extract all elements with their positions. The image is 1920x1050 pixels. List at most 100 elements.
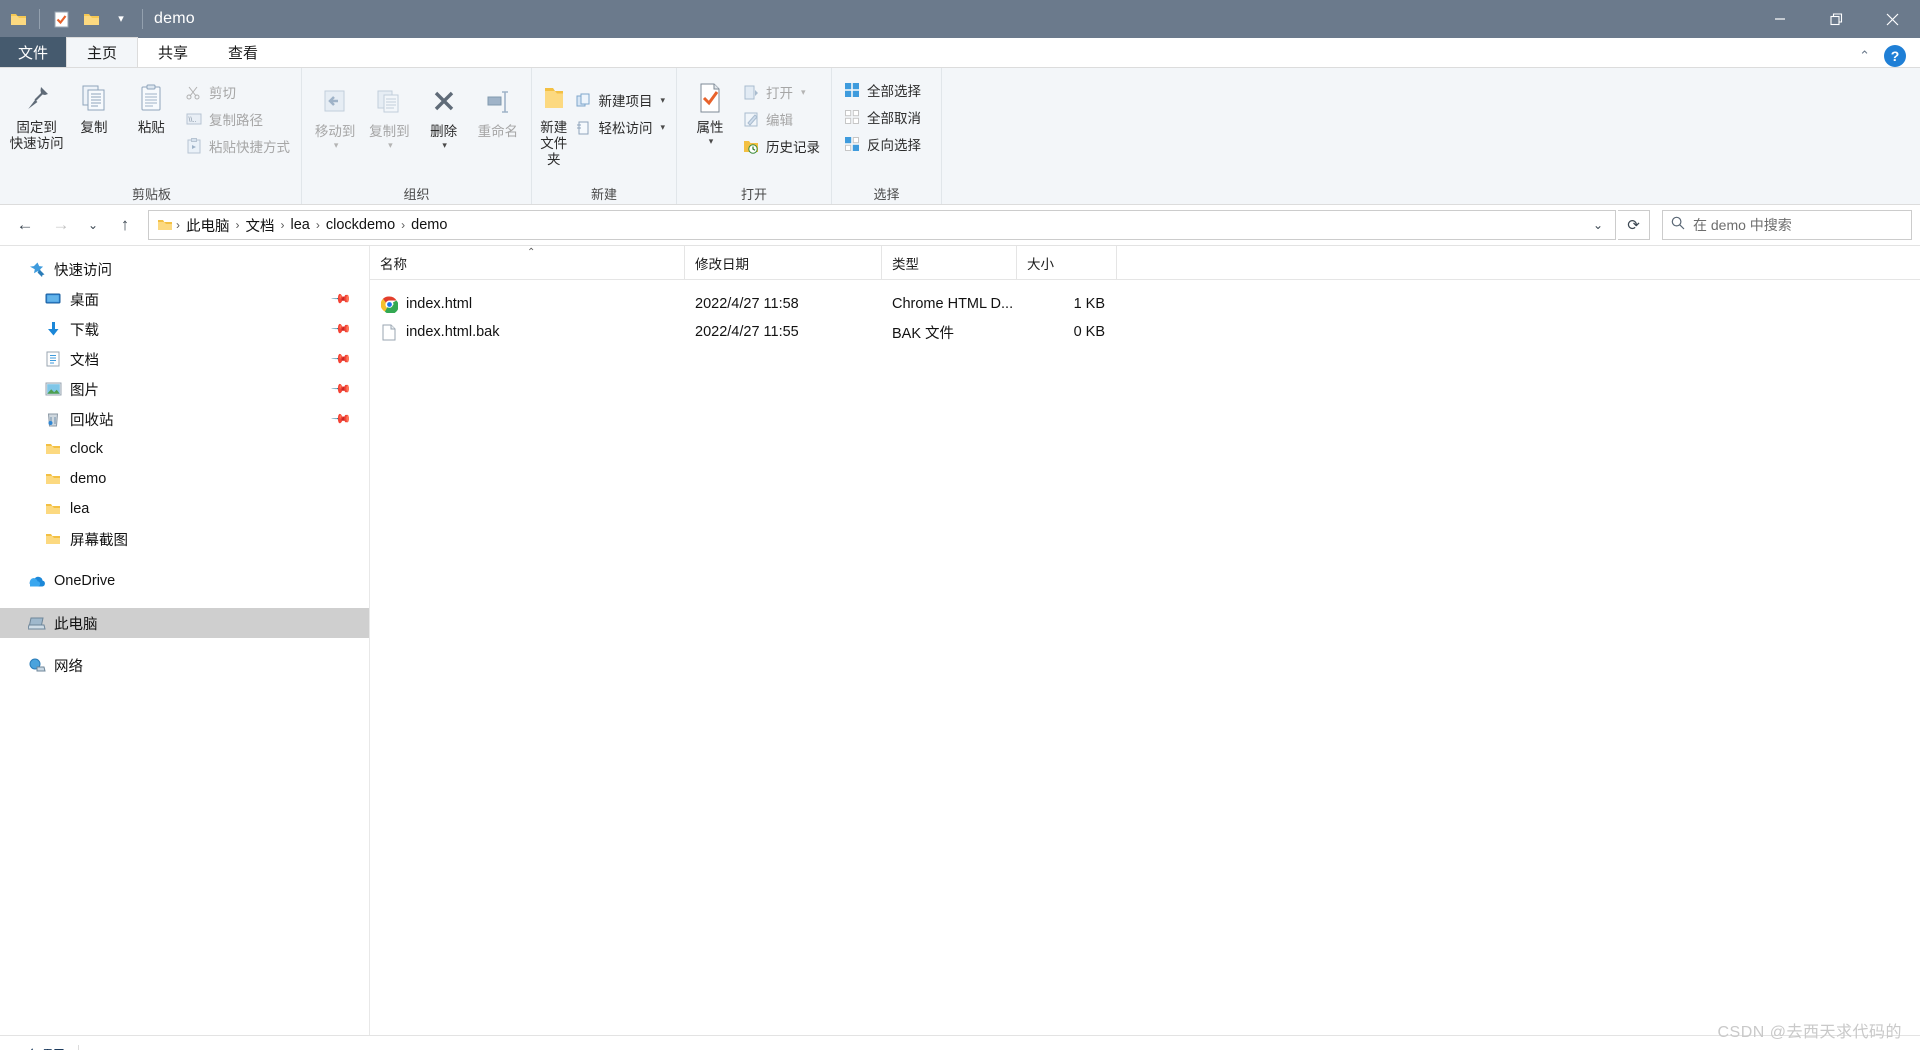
paste-button[interactable]: 粘贴 bbox=[123, 74, 180, 136]
sidebar-item-clock[interactable]: clock bbox=[0, 434, 369, 464]
chevron-down-icon[interactable]: ▾ bbox=[334, 140, 339, 151]
chevron-down-icon[interactable]: ▾ bbox=[660, 95, 665, 106]
column-header-date-modified[interactable]: 修改日期 bbox=[685, 245, 882, 280]
copy-button[interactable]: 复制 bbox=[65, 74, 122, 136]
folder-icon bbox=[40, 532, 66, 546]
sidebar-item-screenshots[interactable]: 屏幕截图 bbox=[0, 524, 369, 554]
properties-check-icon[interactable] bbox=[47, 5, 75, 33]
sidebar-label: 快速访问 bbox=[54, 262, 112, 279]
chevron-down-icon[interactable]: ▾ bbox=[388, 140, 393, 151]
column-header-type[interactable]: 类型 bbox=[882, 245, 1017, 280]
sidebar-label: lea bbox=[70, 501, 90, 517]
copy-to-button[interactable]: 复制到 ▾ bbox=[362, 78, 416, 151]
cut-button[interactable]: 剪切 bbox=[180, 80, 295, 104]
help-icon[interactable]: ? bbox=[1884, 45, 1906, 67]
pin-icon[interactable]: 📌 bbox=[330, 318, 352, 341]
back-arrow-icon[interactable]: ← bbox=[8, 208, 42, 242]
delete-button[interactable]: 删除 ▾ bbox=[417, 78, 471, 151]
folder-icon[interactable] bbox=[4, 5, 32, 33]
tab-home[interactable]: 主页 bbox=[66, 37, 139, 67]
paste-shortcut-button[interactable]: 粘贴快捷方式 bbox=[180, 134, 295, 158]
refresh-icon[interactable]: ⟳ bbox=[1618, 210, 1650, 240]
select-all-label: 全部选择 bbox=[867, 84, 921, 99]
chevron-down-icon[interactable]: ⌄ bbox=[1585, 211, 1611, 239]
rename-button[interactable]: 重命名 bbox=[471, 78, 525, 140]
pin-to-quick-access-button[interactable]: 固定到 快速访问 bbox=[8, 74, 65, 152]
up-arrow-icon[interactable]: ↑ bbox=[108, 208, 142, 242]
ribbon-group-label-organize: 组织 bbox=[403, 186, 430, 202]
sidebar-item-desktop[interactable]: 桌面 📌 bbox=[0, 284, 369, 314]
chevron-down-icon[interactable]: ▾ bbox=[660, 122, 665, 133]
sidebar-item-documents[interactable]: 文档 📌 bbox=[0, 344, 369, 374]
tab-share[interactable]: 共享 bbox=[138, 37, 208, 67]
column-header-size[interactable]: 大小 bbox=[1017, 245, 1117, 280]
new-item-button[interactable]: 新建项目 ▾ bbox=[569, 88, 670, 112]
sidebar-item-downloads[interactable]: 下载 📌 bbox=[0, 314, 369, 344]
minimize-icon[interactable] bbox=[1752, 0, 1808, 38]
divider bbox=[77, 1044, 79, 1050]
sidebar-item-pictures[interactable]: 图片 📌 bbox=[0, 374, 369, 404]
chevron-up-icon[interactable]: ⌃ bbox=[1859, 48, 1870, 64]
sidebar-item-recycle-bin[interactable]: 回收站 📌 bbox=[0, 404, 369, 434]
network-icon bbox=[24, 658, 50, 673]
edit-button[interactable]: 编辑 bbox=[737, 107, 825, 131]
invert-selection-button[interactable]: 反向选择 bbox=[838, 132, 926, 156]
properties-label: 属性 bbox=[696, 120, 724, 135]
sidebar-item-demo[interactable]: demo bbox=[0, 464, 369, 494]
sidebar-item-network[interactable]: 网络 bbox=[0, 650, 369, 680]
close-icon[interactable] bbox=[1864, 0, 1920, 38]
breadcrumb-item-1[interactable]: 文档 bbox=[241, 213, 280, 238]
history-label: 历史记录 bbox=[766, 140, 820, 155]
sidebar-item-quick-access[interactable]: 快速访问 bbox=[0, 254, 369, 284]
sidebar-label: 桌面 bbox=[70, 292, 99, 309]
column-label: 类型 bbox=[892, 256, 919, 272]
search-input[interactable]: 在 demo 中搜索 bbox=[1662, 210, 1912, 240]
breadcrumb-item-3[interactable]: clockdemo bbox=[321, 215, 400, 235]
quick-access-toolbar[interactable]: ▾ bbox=[0, 5, 148, 33]
select-none-button[interactable]: 全部取消 bbox=[838, 105, 926, 129]
cell-size: 0 KB bbox=[1073, 324, 1105, 340]
open-button[interactable]: 打开 ▾ bbox=[737, 80, 825, 104]
chevron-down-icon[interactable]: ▾ bbox=[709, 136, 714, 147]
paste-icon bbox=[136, 78, 166, 118]
pin-icon[interactable]: 📌 bbox=[330, 288, 352, 311]
pin-icon[interactable]: 📌 bbox=[330, 378, 352, 401]
sidebar-label: demo bbox=[70, 471, 107, 487]
table-row[interactable]: index.html 2022/4/27 11:58 Chrome HTML D… bbox=[370, 290, 1920, 318]
sidebar-item-this-pc[interactable]: 此电脑 bbox=[0, 608, 369, 638]
breadcrumb-item-4[interactable]: demo bbox=[406, 215, 452, 235]
breadcrumb-item-0[interactable]: 此电脑 bbox=[181, 213, 235, 238]
chevron-down-icon[interactable]: ▾ bbox=[107, 5, 135, 33]
sidebar-item-onedrive[interactable]: OneDrive bbox=[0, 566, 369, 596]
breadcrumb-item-2[interactable]: lea bbox=[286, 215, 315, 235]
tab-view[interactable]: 查看 bbox=[208, 37, 278, 67]
easy-access-button[interactable]: 轻松访问 ▾ bbox=[569, 115, 670, 139]
chevron-down-icon[interactable]: ▾ bbox=[801, 87, 806, 98]
copy-to-icon bbox=[374, 82, 404, 122]
properties-button[interactable]: 属性 ▾ bbox=[683, 74, 737, 147]
restore-icon[interactable] bbox=[1808, 0, 1864, 38]
new-folder-button[interactable]: 新建 文件夹 bbox=[538, 74, 569, 168]
pin-icon[interactable]: 📌 bbox=[330, 348, 352, 371]
history-button[interactable]: 历史记录 bbox=[737, 134, 825, 158]
select-all-button[interactable]: 全部选择 bbox=[838, 78, 926, 102]
sidebar-item-lea[interactable]: lea bbox=[0, 494, 369, 524]
recent-locations-icon[interactable]: ⌄ bbox=[80, 208, 106, 242]
onedrive-icon bbox=[24, 575, 50, 588]
scissors-icon bbox=[185, 83, 203, 101]
svg-text:\\..: \\.. bbox=[188, 117, 196, 124]
folder-icon[interactable] bbox=[77, 5, 105, 33]
column-label: 修改日期 bbox=[695, 256, 749, 272]
table-row[interactable]: index.html.bak 2022/4/27 11:55 BAK 文件 0 … bbox=[370, 318, 1920, 346]
chevron-down-icon[interactable]: ▾ bbox=[442, 140, 447, 151]
breadcrumb[interactable]: › 此电脑 › 文档 › lea › clockdemo › demo ⌄ bbox=[148, 210, 1616, 240]
title-bar: ▾ demo bbox=[0, 0, 1920, 38]
move-to-button[interactable]: 移动到 ▾ bbox=[308, 78, 362, 151]
forward-arrow-icon[interactable]: → bbox=[44, 208, 78, 242]
pin-icon[interactable]: 📌 bbox=[330, 408, 352, 431]
tab-file[interactable]: 文件 bbox=[0, 37, 67, 67]
column-header-name[interactable]: ⌃ 名称 bbox=[370, 245, 685, 280]
copy-path-button[interactable]: \\.. 复制路径 bbox=[180, 107, 295, 131]
select-none-label: 全部取消 bbox=[867, 111, 921, 126]
